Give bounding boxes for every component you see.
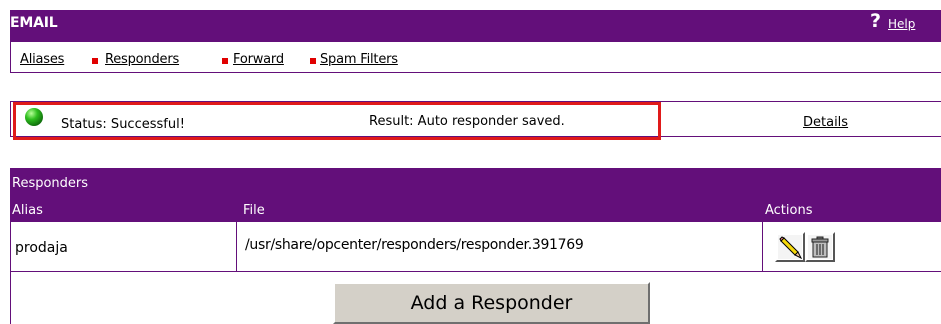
delete-responder-button[interactable] — [805, 232, 835, 262]
page-title: EMAIL — [10, 15, 58, 31]
trash-can-icon — [808, 235, 832, 259]
table-border-left — [10, 222, 11, 324]
nav-responders[interactable]: Responders — [105, 52, 179, 67]
table-divider — [236, 222, 237, 272]
column-file: File — [243, 203, 265, 218]
table-divider — [762, 222, 763, 272]
nav-aliases[interactable]: Aliases — [20, 52, 64, 67]
add-responder-button[interactable]: Add a Responder — [333, 282, 650, 324]
table-cell-alias: prodaja — [15, 240, 68, 256]
nav-forward[interactable]: Forward — [233, 52, 284, 67]
column-actions: Actions — [765, 203, 813, 218]
nav-separator — [310, 58, 316, 64]
table-cell-file: /usr/share/opcenter/responders/responder… — [245, 237, 584, 253]
table-divider — [10, 271, 941, 272]
help-icon[interactable]: ? — [870, 11, 881, 31]
nav-separator — [222, 58, 228, 64]
help-link[interactable]: Help — [888, 17, 915, 31]
status-label: Status: Successful! — [61, 117, 185, 132]
edit-responder-button[interactable] — [775, 232, 805, 262]
nav-spam-filters[interactable]: Spam Filters — [320, 52, 398, 67]
responders-table-title: Responders — [12, 176, 89, 191]
header-bar — [10, 10, 941, 42]
nav-separator — [92, 58, 98, 64]
details-link[interactable]: Details — [803, 115, 848, 130]
column-alias: Alias — [12, 203, 43, 218]
green-led-icon — [25, 108, 43, 126]
result-label: Result: Auto responder saved. — [369, 114, 565, 129]
pencil-edit-icon — [778, 235, 802, 259]
